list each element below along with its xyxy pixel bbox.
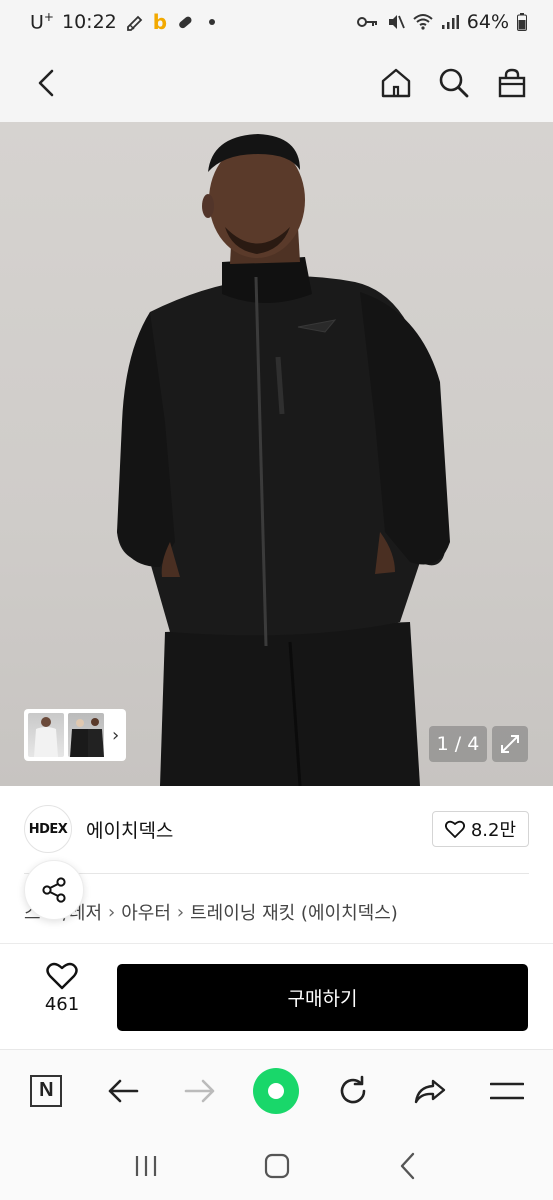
share-button[interactable] xyxy=(24,860,84,920)
expand-icon xyxy=(501,735,519,753)
mute-icon xyxy=(387,13,405,31)
arrow-right-icon xyxy=(184,1079,215,1102)
breadcrumb-item-outer[interactable]: 아우터 xyxy=(121,899,171,925)
browser-toolbar: N xyxy=(0,1049,553,1131)
brand-like-count: 8.2만 xyxy=(470,820,516,841)
brand-like-button[interactable]: 8.2만 xyxy=(431,811,529,847)
carrier-label: U+ xyxy=(30,10,54,34)
thumbnail-2[interactable] xyxy=(68,713,104,757)
heart-icon xyxy=(444,820,465,838)
menu-button[interactable] xyxy=(483,1067,531,1115)
search-icon xyxy=(439,68,469,98)
search-button[interactable] xyxy=(437,66,471,100)
arrow-left-icon xyxy=(108,1079,139,1102)
forward-share-icon xyxy=(414,1079,446,1103)
browser-back-button[interactable] xyxy=(99,1067,147,1115)
reload-icon xyxy=(340,1075,366,1103)
browser-forward-button[interactable] xyxy=(176,1067,224,1115)
pen-icon xyxy=(125,12,145,32)
pill-icon xyxy=(175,12,195,32)
system-home-button[interactable] xyxy=(253,1142,301,1190)
signal-icon xyxy=(441,14,459,30)
battery-percent: 64% xyxy=(466,11,509,33)
chevron-right-icon: › xyxy=(176,901,185,923)
system-nav xyxy=(0,1131,553,1200)
green-dot-button[interactable] xyxy=(252,1067,300,1115)
brand-link[interactable]: HDEX 에이치덱스 xyxy=(24,805,173,853)
key-icon xyxy=(356,15,379,29)
chevron-left-icon xyxy=(38,69,54,97)
brand-row: HDEX 에이치덱스 8.2만 xyxy=(24,804,529,854)
clock: 10:22 xyxy=(61,11,117,33)
notification-dot xyxy=(209,19,216,25)
status-bar: U+ 10:22 b 64% xyxy=(0,0,553,44)
back-button[interactable] xyxy=(30,66,64,100)
breadcrumb-item-jacket[interactable]: 트레이닝 재킷 (에이치덱스) xyxy=(190,899,398,925)
nav-actions xyxy=(379,66,529,100)
home-square-icon xyxy=(264,1153,289,1178)
recents-button[interactable] xyxy=(122,1142,170,1190)
model-photo xyxy=(117,134,450,786)
naver-logo-icon: N xyxy=(30,1074,63,1107)
home-button[interactable] xyxy=(379,66,413,100)
brand-name[interactable]: 에이치덱스 xyxy=(86,816,173,843)
naver-home-button[interactable]: N xyxy=(22,1067,70,1115)
share-page-button[interactable] xyxy=(406,1067,454,1115)
thumbnail-1[interactable] xyxy=(28,713,64,757)
system-back-button[interactable] xyxy=(384,1142,432,1190)
wishlist-button[interactable]: 461 xyxy=(24,962,100,1015)
battery-icon xyxy=(517,13,527,31)
home-icon xyxy=(381,68,411,98)
shopping-bag-button[interactable] xyxy=(495,66,529,100)
buy-button[interactable]: 구매하기 xyxy=(117,964,528,1031)
b-app-icon: b xyxy=(152,10,168,34)
chevron-right-icon: › xyxy=(112,724,120,746)
heart-icon xyxy=(46,962,78,990)
divider xyxy=(24,873,529,874)
wishlist-count: 461 xyxy=(44,994,80,1015)
hamburger-menu-icon xyxy=(489,1082,524,1099)
top-nav xyxy=(0,44,553,122)
wifi-icon xyxy=(413,13,433,31)
chevron-right-icon: › xyxy=(108,901,116,923)
shopping-bag-icon xyxy=(498,68,526,98)
image-counter: 1 / 4 xyxy=(429,726,487,762)
reload-button[interactable] xyxy=(329,1067,377,1115)
recents-icon xyxy=(135,1155,156,1176)
brand-logo[interactable]: HDEX xyxy=(24,805,72,853)
share-icon xyxy=(42,877,66,903)
green-dot-icon xyxy=(253,1067,300,1114)
status-right: 64% xyxy=(356,11,527,33)
product-image[interactable]: › 1 / 4 xyxy=(0,122,553,786)
purchase-bar: 461 구매하기 xyxy=(0,943,553,1049)
thumbnail-strip[interactable]: › xyxy=(24,709,126,761)
status-left: U+ 10:22 b xyxy=(30,10,216,34)
expand-button[interactable] xyxy=(492,726,528,762)
chevron-left-icon xyxy=(400,1152,414,1179)
